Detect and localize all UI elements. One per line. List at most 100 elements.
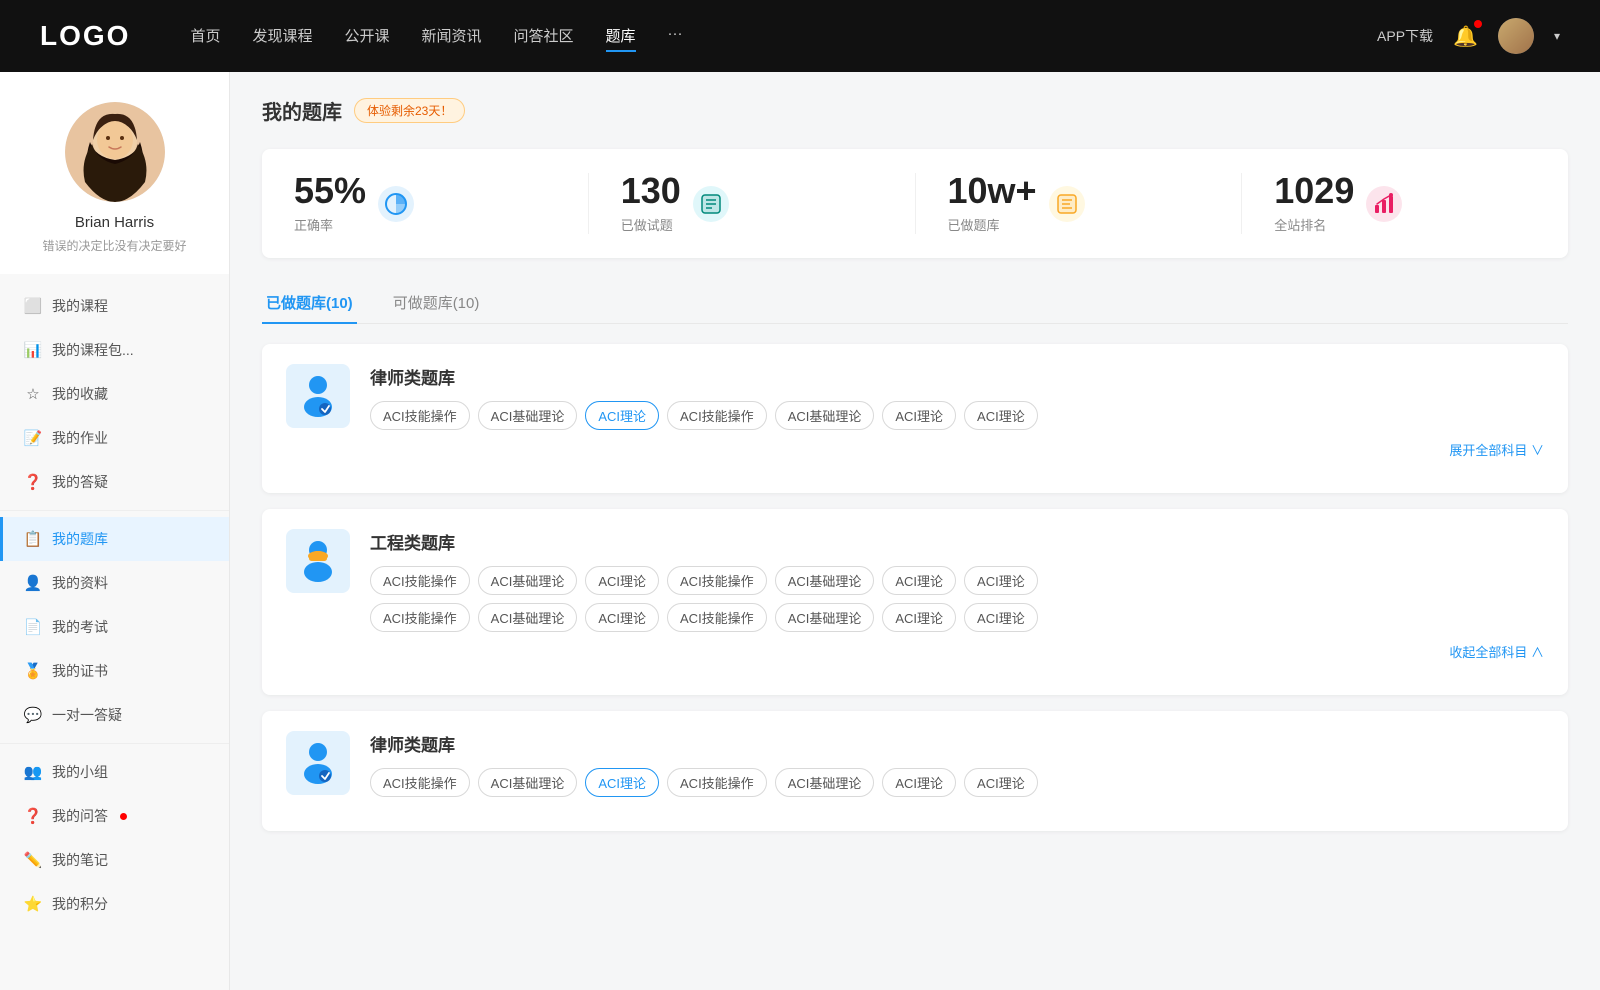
sidebar-item-my-qa[interactable]: ❓ 我的问答 (0, 794, 229, 838)
sidebar-item-exam[interactable]: 📄 我的考试 (0, 605, 229, 649)
tab-done-banks[interactable]: 已做题库(10) (262, 282, 357, 323)
sidebar-item-my-courses[interactable]: ⬜ 我的课程 (0, 284, 229, 328)
tag-eng-r2-6[interactable]: ACI理论 (964, 603, 1038, 632)
tag-lawyer-2-2[interactable]: ACI理论 (585, 768, 659, 797)
qb-lawyer-2-icon (286, 731, 350, 795)
qb-lawyer-1-tags: ACI技能操作 ACI基础理论 ACI理论 ACI技能操作 ACI基础理论 AC… (370, 401, 1544, 430)
nav-right: APP下载 🔔 ▾ (1377, 18, 1560, 54)
username: Brian Harris (75, 214, 154, 231)
profile-section: Brian Harris 错误的决定比没有决定要好 (0, 72, 229, 274)
qb-engineer-tags-row1: ACI技能操作 ACI基础理论 ACI理论 ACI技能操作 ACI基础理论 AC… (370, 566, 1544, 595)
tag-eng-r1-5[interactable]: ACI理论 (882, 566, 956, 595)
tag-lawyer-2-5[interactable]: ACI理论 (882, 768, 956, 797)
tag-eng-r2-1[interactable]: ACI基础理论 (478, 603, 578, 632)
done-questions-icon (693, 186, 729, 222)
sidebar-item-points[interactable]: ⭐ 我的积分 (0, 882, 229, 926)
stat-done-banks-label: 已做题库 (948, 215, 1037, 234)
qb-engineer-icon (286, 529, 350, 593)
sidebar-item-favorites[interactable]: ☆ 我的收藏 (0, 372, 229, 416)
logo: LOGO (40, 20, 130, 52)
qb-lawyer-2-tags: ACI技能操作 ACI基础理论 ACI理论 ACI技能操作 ACI基础理论 AC… (370, 768, 1544, 797)
sidebar-item-profile[interactable]: 👤 我的资料 (0, 561, 229, 605)
sidebar-item-tutor[interactable]: 💬 一对一答疑 (0, 693, 229, 737)
page-title: 我的题库 (262, 96, 342, 125)
main-content: 我的题库 体验剩余23天！ 55% 正确率 (230, 72, 1600, 990)
tag-eng-r2-4[interactable]: ACI基础理论 (775, 603, 875, 632)
sidebar-item-group[interactable]: 👥 我的小组 (0, 750, 229, 794)
nav-question-bank[interactable]: 题库 (606, 21, 636, 52)
app-download-link[interactable]: APP下载 (1377, 26, 1433, 46)
tag-eng-r2-3[interactable]: ACI技能操作 (667, 603, 767, 632)
tag-lawyer-2-3[interactable]: ACI技能操作 (667, 768, 767, 797)
tag-lawyer-1-0[interactable]: ACI技能操作 (370, 401, 470, 430)
certificate-icon: 🏅 (24, 662, 42, 680)
user-avatar (65, 102, 165, 202)
qb-lawyer-icon (286, 364, 350, 428)
questions-icon: ❓ (24, 473, 42, 491)
tag-eng-r2-5[interactable]: ACI理论 (882, 603, 956, 632)
sidebar-item-notes[interactable]: ✏️ 我的笔记 (0, 838, 229, 882)
tag-lawyer-1-6[interactable]: ACI理论 (964, 401, 1038, 430)
nav-items: 首页 发现课程 公开课 新闻资讯 问答社区 题库 ··· (190, 21, 1337, 52)
done-banks-icon (1049, 186, 1085, 222)
user-avatar-nav[interactable] (1498, 18, 1534, 54)
qb-lawyer-2-title: 律师类题库 (370, 731, 1544, 756)
page-header: 我的题库 体验剩余23天！ (262, 96, 1568, 125)
navbar: LOGO 首页 发现课程 公开课 新闻资讯 问答社区 题库 ··· APP下载 … (0, 0, 1600, 72)
stat-done-banks: 10w+ 已做题库 (916, 173, 1243, 234)
tag-eng-r2-2[interactable]: ACI理论 (585, 603, 659, 632)
tag-lawyer-1-5[interactable]: ACI理论 (882, 401, 956, 430)
tag-eng-r1-3[interactable]: ACI技能操作 (667, 566, 767, 595)
menu-divider-1 (0, 510, 229, 511)
stat-site-rank-label: 全站排名 (1274, 215, 1354, 234)
user-menu-chevron-icon[interactable]: ▾ (1554, 29, 1560, 43)
tag-lawyer-1-4[interactable]: ACI基础理论 (775, 401, 875, 430)
tag-lawyer-2-6[interactable]: ACI理论 (964, 768, 1038, 797)
tag-eng-r1-0[interactable]: ACI技能操作 (370, 566, 470, 595)
qb-card-lawyer-2: 律师类题库 ACI技能操作 ACI基础理论 ACI理论 ACI技能操作 ACI基… (262, 711, 1568, 831)
qb-lawyer-1-title: 律师类题库 (370, 364, 1544, 389)
question-bank-icon: 📋 (24, 530, 42, 548)
nav-qa[interactable]: 问答社区 (514, 21, 574, 52)
notification-badge (1474, 20, 1482, 28)
tab-available-banks[interactable]: 可做题库(10) (389, 282, 484, 323)
sidebar-item-questions[interactable]: ❓ 我的答疑 (0, 460, 229, 504)
nav-open-course[interactable]: 公开课 (344, 21, 389, 52)
courses-icon: ⬜ (24, 297, 42, 315)
tag-eng-r2-0[interactable]: ACI技能操作 (370, 603, 470, 632)
sidebar-menu: ⬜ 我的课程 📊 我的课程包... ☆ 我的收藏 📝 我的作业 ❓ 我的答疑 📋 (0, 274, 229, 936)
tag-lawyer-1-2[interactable]: ACI理论 (585, 401, 659, 430)
tag-lawyer-2-4[interactable]: ACI基础理论 (775, 768, 875, 797)
sidebar-item-question-bank[interactable]: 📋 我的题库 (0, 517, 229, 561)
notes-icon: ✏️ (24, 851, 42, 869)
stat-done-questions: 130 已做试题 (589, 173, 916, 234)
sidebar-item-certificate[interactable]: 🏅 我的证书 (0, 649, 229, 693)
tag-eng-r1-4[interactable]: ACI基础理论 (775, 566, 875, 595)
user-avatar-image (1498, 18, 1534, 54)
nav-home[interactable]: 首页 (190, 21, 220, 52)
qb-engineer-collapse[interactable]: 收起全部科目 ∧ (370, 642, 1544, 661)
tag-eng-r1-1[interactable]: ACI基础理论 (478, 566, 578, 595)
stats-bar: 55% 正确率 130 已做试题 (262, 149, 1568, 258)
notification-bell-icon[interactable]: 🔔 (1453, 24, 1478, 49)
qb-card-lawyer-1: 律师类题库 ACI技能操作 ACI基础理论 ACI理论 ACI技能操作 ACI基… (262, 344, 1568, 493)
tag-eng-r1-6[interactable]: ACI理论 (964, 566, 1038, 595)
tag-lawyer-1-1[interactable]: ACI基础理论 (478, 401, 578, 430)
tutor-icon: 💬 (24, 706, 42, 724)
qb-card-engineer: 工程类题库 ACI技能操作 ACI基础理论 ACI理论 ACI技能操作 ACI基… (262, 509, 1568, 695)
tabs: 已做题库(10) 可做题库(10) (262, 282, 1568, 324)
nav-discover[interactable]: 发现课程 (252, 21, 312, 52)
tag-lawyer-1-3[interactable]: ACI技能操作 (667, 401, 767, 430)
sidebar-item-course-packages[interactable]: 📊 我的课程包... (0, 328, 229, 372)
tag-eng-r1-2[interactable]: ACI理论 (585, 566, 659, 595)
nav-news[interactable]: 新闻资讯 (422, 21, 482, 52)
qb-lawyer-1-expand[interactable]: 展开全部科目 ∨ (370, 440, 1544, 459)
sidebar-item-homework[interactable]: 📝 我的作业 (0, 416, 229, 460)
tag-lawyer-2-0[interactable]: ACI技能操作 (370, 768, 470, 797)
user-motto: 错误的决定比没有决定要好 (42, 237, 186, 254)
exam-icon: 📄 (24, 618, 42, 636)
stat-accuracy-value: 55% (294, 173, 366, 209)
nav-more[interactable]: ··· (668, 21, 683, 52)
sidebar: Brian Harris 错误的决定比没有决定要好 ⬜ 我的课程 📊 我的课程包… (0, 72, 230, 990)
tag-lawyer-2-1[interactable]: ACI基础理论 (478, 768, 578, 797)
